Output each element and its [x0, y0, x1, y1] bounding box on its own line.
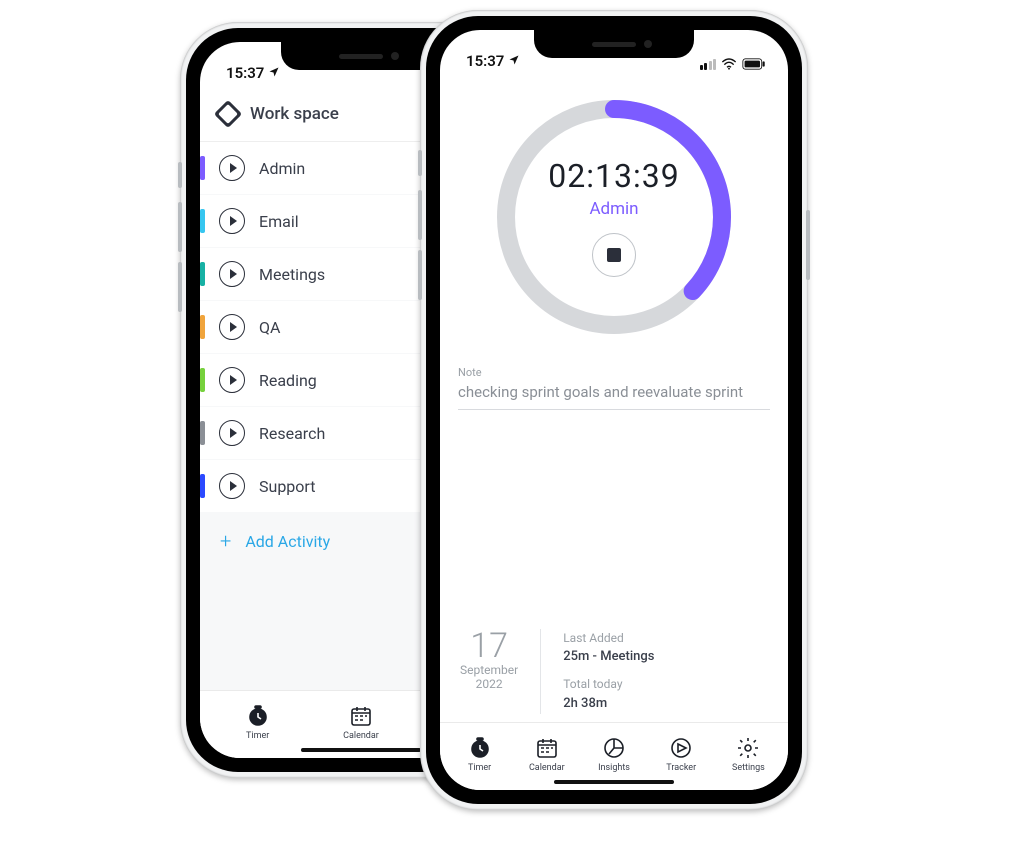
timer-icon: [468, 736, 492, 760]
play-icon[interactable]: [219, 155, 245, 181]
stat-divider: [540, 629, 541, 714]
tab-label: Tracker: [666, 763, 696, 773]
activity-label: Research: [259, 424, 325, 443]
activity-label: Admin: [259, 159, 305, 178]
tab-timer[interactable]: Timer: [206, 704, 309, 741]
activity-label: Reading: [259, 371, 317, 390]
workspace-logo-icon: [214, 99, 242, 127]
timer-elapsed: 02:13:39: [548, 157, 679, 195]
phone-notch: [534, 30, 694, 58]
activity-label: Email: [259, 212, 299, 231]
volume-down-button: [178, 262, 182, 312]
timer-category: Admin: [589, 199, 638, 219]
tab-label: Timer: [246, 731, 269, 741]
note-field[interactable]: Note checking sprint goals and reevaluat…: [440, 342, 788, 410]
timer-ring: 02:13:39 Admin: [489, 92, 739, 342]
wifi-icon: [721, 58, 737, 70]
status-time: 15:37: [226, 64, 264, 82]
power-button: [806, 210, 810, 280]
phone-right-mock: 15:37: [420, 10, 808, 810]
play-icon[interactable]: [219, 208, 245, 234]
calendar-icon: [349, 704, 373, 728]
play-icon[interactable]: [219, 261, 245, 287]
tab-calendar[interactable]: Calendar: [513, 736, 580, 773]
tab-insights[interactable]: Insights: [580, 736, 647, 773]
mute-switch: [418, 150, 422, 176]
volume-up-button: [418, 190, 422, 240]
timer-icon: [246, 704, 270, 728]
date-block: 17 September 2022: [460, 629, 518, 714]
activity-label: QA: [259, 318, 280, 337]
activity-accent: [200, 368, 205, 392]
signal-icon: [700, 59, 717, 70]
status-time: 15:37: [466, 52, 504, 70]
play-icon[interactable]: [219, 367, 245, 393]
plus-icon: +: [220, 529, 231, 553]
tab-tracker[interactable]: Tracker: [648, 736, 715, 773]
activity-label: Meetings: [259, 265, 325, 284]
total-today-value: 2h 38m: [563, 694, 654, 714]
activity-label: Support: [259, 477, 315, 496]
battery-icon: [742, 58, 766, 70]
play-icon[interactable]: [219, 420, 245, 446]
tab-label: Calendar: [529, 763, 565, 773]
tab-label: Insights: [598, 763, 630, 773]
footer-stats: 17 September 2022 Last Added 25m - Meeti…: [440, 613, 788, 722]
tracker-icon: [669, 736, 693, 760]
play-icon[interactable]: [219, 473, 245, 499]
tab-calendar[interactable]: Calendar: [309, 704, 412, 741]
activity-accent: [200, 421, 205, 445]
activity-accent: [200, 474, 205, 498]
volume-up-button: [178, 202, 182, 252]
date-year: 2022: [460, 677, 518, 691]
activity-accent: [200, 209, 205, 233]
gear-icon: [736, 736, 760, 760]
calendar-icon: [535, 736, 559, 760]
activity-accent: [200, 315, 205, 339]
tab-label: Settings: [732, 763, 765, 773]
home-indicator[interactable]: [554, 780, 674, 784]
total-today-label: Total today: [563, 675, 654, 694]
stop-button[interactable]: [592, 233, 636, 277]
tab-settings[interactable]: Settings: [715, 736, 782, 773]
home-indicator[interactable]: [301, 748, 421, 752]
play-icon[interactable]: [219, 314, 245, 340]
last-added-value: 25m - Meetings: [563, 647, 654, 667]
tab-label: Calendar: [343, 731, 379, 741]
activity-accent: [200, 262, 205, 286]
activity-accent: [200, 156, 205, 180]
note-label: Note: [458, 366, 770, 379]
workspace-title: Work space: [250, 104, 339, 124]
volume-down-button: [418, 250, 422, 300]
note-text: checking sprint goals and reevaluate spr…: [458, 383, 770, 410]
date-month: September: [460, 663, 518, 677]
phone-notch: [281, 42, 441, 70]
tab-timer[interactable]: Timer: [446, 736, 513, 773]
add-activity-label: Add Activity: [245, 532, 330, 551]
date-day: 17: [460, 629, 518, 663]
location-icon: [508, 52, 520, 70]
mute-switch: [178, 162, 182, 188]
insights-icon: [602, 736, 626, 760]
tab-label: Timer: [468, 763, 491, 773]
location-icon: [268, 64, 280, 82]
last-added-label: Last Added: [563, 629, 654, 648]
